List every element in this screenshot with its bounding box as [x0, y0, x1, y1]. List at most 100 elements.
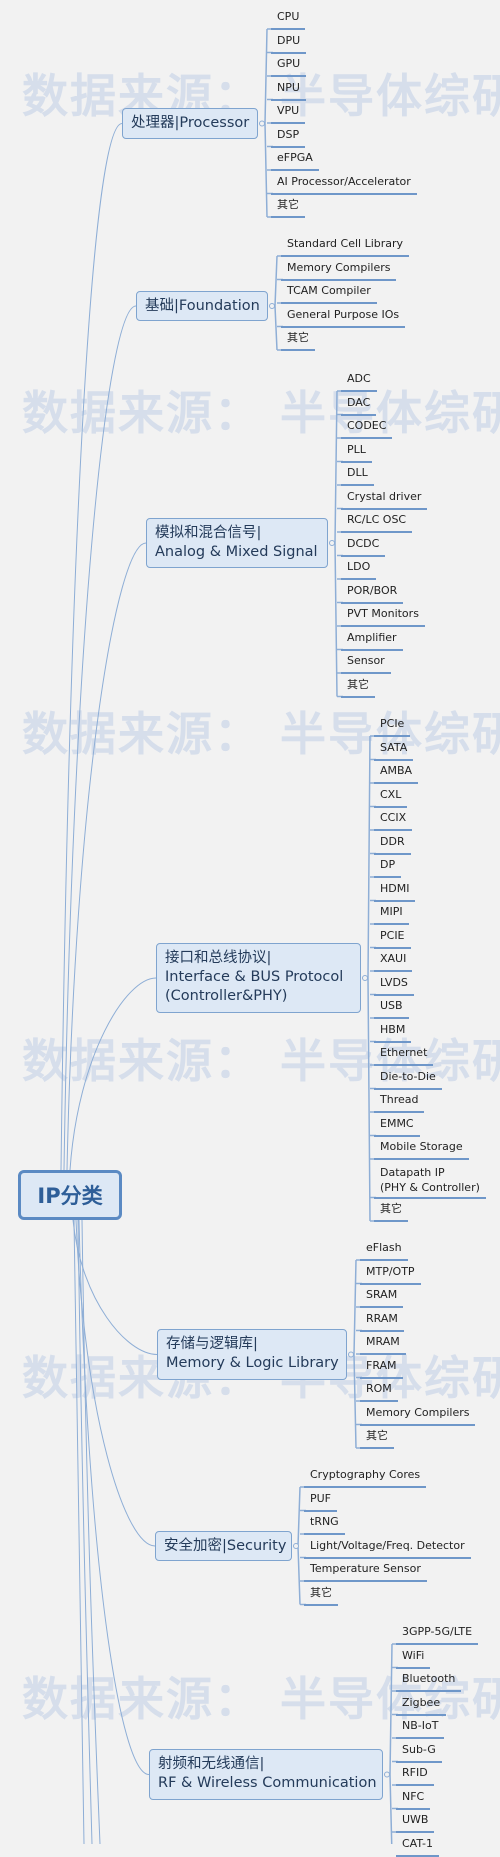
leaf-item[interactable]: DP: [374, 855, 402, 878]
leaf-item[interactable]: SATA: [374, 738, 414, 761]
branch-node[interactable]: 处理器|Processor: [122, 108, 258, 139]
root-node[interactable]: IP分类: [18, 1170, 122, 1220]
leaf-item[interactable]: Cryptography Cores: [304, 1465, 427, 1488]
leaf-item[interactable]: Memory Compilers: [281, 258, 397, 281]
leaf-item[interactable]: RC/LC OSC: [341, 510, 413, 533]
branch-node[interactable]: 射频和无线通信| RF & Wireless Communication: [149, 1749, 383, 1800]
leaf-item[interactable]: Amplifier: [341, 628, 403, 651]
leaf-item[interactable]: DSP: [271, 125, 306, 148]
leaf-item[interactable]: PCIE: [374, 926, 411, 949]
collapse-toggle-icon[interactable]: [269, 303, 275, 309]
leaf-item[interactable]: CCIX: [374, 808, 413, 831]
leaf-item[interactable]: CAT-1: [396, 1834, 440, 1857]
leaf-item[interactable]: 其它: [281, 328, 315, 351]
collapse-toggle-icon[interactable]: [362, 975, 368, 981]
leaf-item[interactable]: DAC: [341, 393, 377, 416]
leaf-item[interactable]: Datapath IP (PHY & Controller): [374, 1161, 486, 1199]
leaf-item[interactable]: NB-IoT: [396, 1716, 445, 1739]
leaf-item[interactable]: CODEC: [341, 416, 393, 439]
leaf-item[interactable]: EMMC: [374, 1114, 420, 1137]
leaf-label: 3GPP-5G/LTE: [402, 1625, 473, 1638]
leaf-item[interactable]: 其它: [341, 675, 375, 698]
leaf-item[interactable]: Bluetooth: [396, 1669, 462, 1692]
leaf-label: MIPI: [380, 905, 403, 918]
leaf-item[interactable]: LDO: [341, 557, 377, 580]
leaf-item[interactable]: 3GPP-5G/LTE: [396, 1622, 479, 1645]
collapse-toggle-icon[interactable]: [259, 120, 265, 127]
collapse-toggle-icon[interactable]: [293, 1543, 299, 1549]
leaf-item[interactable]: 其它: [304, 1583, 338, 1606]
leaf-item[interactable]: CPU: [271, 7, 306, 30]
collapse-toggle-icon[interactable]: [348, 1351, 354, 1358]
leaf-item[interactable]: FRAM: [360, 1356, 403, 1379]
leaf-item[interactable]: General Purpose IOs: [281, 305, 406, 328]
leaf-item[interactable]: RRAM: [360, 1309, 404, 1332]
leaf-item[interactable]: PVT Monitors: [341, 604, 425, 627]
leaf-item[interactable]: Ethernet: [374, 1043, 434, 1066]
leaf-item[interactable]: MTP/OTP: [360, 1262, 421, 1285]
leaf-item[interactable]: HDMI: [374, 879, 416, 902]
leaf-item[interactable]: GPU: [271, 54, 307, 77]
leaf-item[interactable]: Crystal driver: [341, 487, 428, 510]
leaf-item[interactable]: USB: [374, 996, 409, 1019]
leaf-item[interactable]: AMBA: [374, 761, 419, 784]
leaf-spine: [274, 255, 278, 351]
leaf-item[interactable]: HBM: [374, 1020, 412, 1043]
branch-node[interactable]: 基础|Foundation: [136, 291, 268, 321]
collapse-toggle-icon[interactable]: [384, 1771, 390, 1778]
leaf-item[interactable]: NFC: [396, 1787, 431, 1810]
leaf-item[interactable]: DCDC: [341, 534, 386, 557]
leaf-item[interactable]: XAUI: [374, 949, 413, 972]
leaf-item[interactable]: DDR: [374, 832, 411, 855]
leaf-item[interactable]: PCIe: [374, 714, 411, 737]
leaf-item[interactable]: 其它: [374, 1199, 408, 1222]
leaf-item[interactable]: Sub-G: [396, 1740, 442, 1763]
leaf-item[interactable]: eFlash: [360, 1238, 408, 1261]
leaf-label: Mobile Storage: [380, 1140, 463, 1153]
leaf-item[interactable]: Zigbee: [396, 1693, 447, 1716]
leaf-label: DAC: [347, 395, 371, 409]
branch-node[interactable]: 模拟和混合信号| Analog & Mixed Signal: [146, 518, 328, 568]
leaf-item[interactable]: TCAM Compiler: [281, 281, 377, 304]
leaf-item[interactable]: CXL: [374, 785, 408, 808]
leaf-label: 其它: [380, 1202, 402, 1215]
leaf-item[interactable]: ADC: [341, 369, 377, 392]
leaf-item[interactable]: Temperature Sensor: [304, 1559, 427, 1582]
leaf-item[interactable]: Mobile Storage: [374, 1137, 469, 1160]
leaf-item[interactable]: NPU: [271, 78, 306, 101]
leaf-item[interactable]: MIPI: [374, 902, 409, 925]
leaf-item[interactable]: Light/Voltage/Freq. Detector: [304, 1536, 471, 1559]
branch-node[interactable]: 接口和总线协议| Interface & BUS Protocol (Control…: [156, 943, 361, 1013]
leaf-label: Zigbee: [402, 1695, 441, 1709]
leaf-item[interactable]: tRNG: [304, 1512, 345, 1535]
leaf-label: LDO: [347, 560, 371, 573]
leaf-item[interactable]: eFPGA: [271, 148, 319, 171]
leaf-item[interactable]: PUF: [304, 1489, 338, 1512]
leaf-label: Memory Compilers: [366, 1405, 470, 1419]
leaf-item[interactable]: 其它: [360, 1426, 394, 1449]
leaf-item[interactable]: 其它: [271, 195, 305, 218]
branch-node[interactable]: 安全加密|Security: [155, 1531, 292, 1561]
leaf-item[interactable]: MRAM: [360, 1332, 406, 1355]
collapse-toggle-icon[interactable]: [329, 540, 335, 546]
leaf-item[interactable]: DLL: [341, 463, 374, 486]
branch-connector: [60, 123, 123, 1171]
leaf-item[interactable]: Thread: [374, 1090, 425, 1113]
leaf-item[interactable]: RFID: [396, 1763, 434, 1786]
leaf-item[interactable]: SRAM: [360, 1285, 404, 1308]
leaf-item[interactable]: Standard Cell Library: [281, 234, 410, 257]
leaf-item[interactable]: DPU: [271, 31, 307, 54]
leaf-label: MTP/OTP: [366, 1264, 415, 1278]
leaf-item[interactable]: PLL: [341, 440, 372, 463]
leaf-item[interactable]: UWB: [396, 1810, 435, 1833]
leaf-item[interactable]: POR/BOR: [341, 581, 404, 604]
leaf-item[interactable]: Sensor: [341, 651, 391, 674]
leaf-item[interactable]: LVDS: [374, 973, 414, 996]
leaf-item[interactable]: ROM: [360, 1379, 398, 1402]
leaf-item[interactable]: WiFi: [396, 1646, 431, 1669]
leaf-item[interactable]: Die-to-Die: [374, 1067, 442, 1090]
leaf-item[interactable]: AI Processor/Accelerator: [271, 172, 417, 195]
branch-node[interactable]: 存储与逻辑库| Memory & Logic Library: [157, 1329, 347, 1380]
leaf-item[interactable]: VPU: [271, 101, 306, 124]
leaf-item[interactable]: Memory Compilers: [360, 1403, 476, 1426]
